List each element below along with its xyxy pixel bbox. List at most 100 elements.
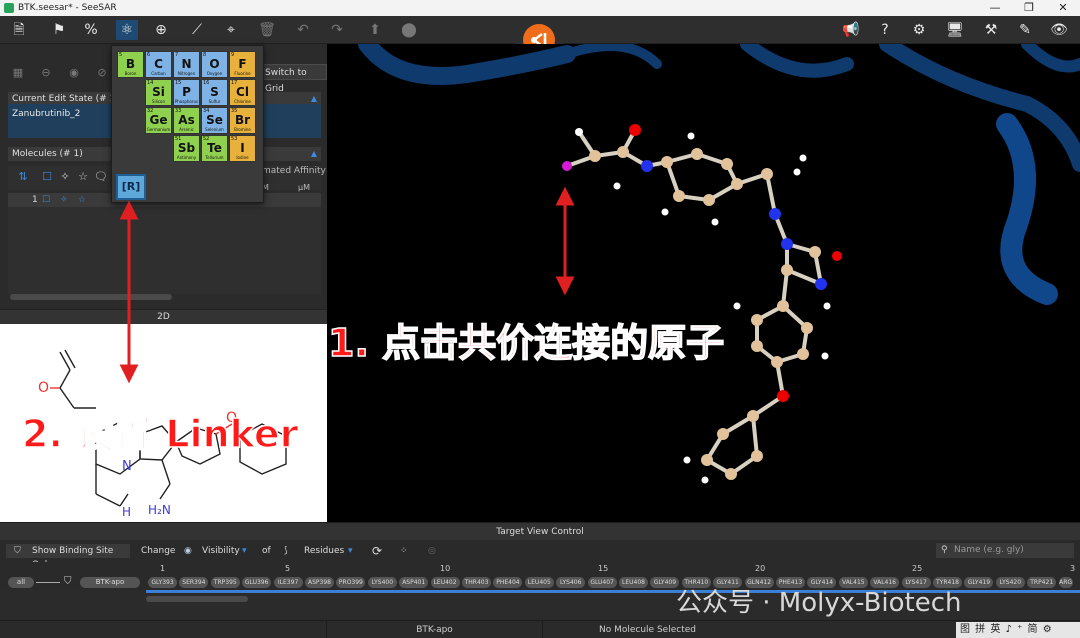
element-name: Iodine xyxy=(236,155,249,160)
comment-icon[interactable]: 🗨 xyxy=(94,170,108,184)
residue-pill[interactable]: LYS400 xyxy=(367,577,397,588)
switch-to-grid-button[interactable]: Switch to Grid xyxy=(260,64,327,94)
chevron-down-icon[interactable]: ▾ xyxy=(348,544,353,558)
pin-icon[interactable]: ✧ xyxy=(58,170,72,184)
element-o-button[interactable]: 8 O Oxygen xyxy=(201,51,228,78)
unit-um-label: μM xyxy=(298,183,310,192)
row-pin-icon[interactable]: ✧ xyxy=(60,193,68,207)
3d-viewport[interactable] xyxy=(327,35,1080,522)
status-selection: No Molecule Selected xyxy=(542,621,752,638)
ruler-tick: 20 xyxy=(755,564,766,573)
element-symbol: As xyxy=(178,113,195,127)
collapse-caret-icon[interactable]: ▲ xyxy=(311,147,317,161)
settings-icon[interactable]: ⚙ xyxy=(908,20,930,40)
visibility-dropdown[interactable]: Visibility xyxy=(202,544,240,558)
row-star-icon[interactable]: ☆ xyxy=(78,193,86,207)
view-icon[interactable]: ◉ xyxy=(66,65,82,81)
star-icon[interactable]: ☆ xyxy=(76,170,90,184)
element-si-button[interactable]: 14 Si Silicon xyxy=(145,79,172,106)
upload-icon[interactable]: ⬆ xyxy=(364,20,386,40)
element-se-button[interactable]: 34 Se Selenium xyxy=(201,107,228,134)
element-symbol: P xyxy=(182,85,191,99)
element-n-button[interactable]: 7 N Nitrogen xyxy=(173,51,200,78)
redo-icon[interactable]: ↷ xyxy=(326,20,348,40)
add-atom-icon[interactable]: ⊕ xyxy=(150,20,172,40)
element-b-button[interactable]: 5 B Boron xyxy=(117,51,144,78)
filter-icon[interactable]: ⊘ xyxy=(94,65,110,81)
eye-icon[interactable]: 👁 xyxy=(1048,20,1070,40)
help-icon[interactable]: ? xyxy=(874,20,896,40)
calculator-icon[interactable]: ▦ xyxy=(10,65,26,81)
pin-icon[interactable]: ⬤ xyxy=(398,20,420,40)
watermark: 公众号 · Molyx-Biotech xyxy=(676,588,962,618)
residue-pill[interactable]: LYS420 xyxy=(995,577,1025,588)
minimize-button[interactable]: — xyxy=(978,0,1012,16)
element-symbol: O xyxy=(209,57,220,71)
molecule-list-scrollbar[interactable] xyxy=(10,294,172,300)
residue-pill[interactable]: LEU408 xyxy=(619,577,648,588)
element-i-button[interactable]: 53 I Iodine xyxy=(229,135,256,162)
sort-icon[interactable]: ⇅ xyxy=(16,170,30,184)
residue-pill[interactable]: GLU396 xyxy=(242,577,272,588)
select-all-checkbox[interactable]: ☐ xyxy=(40,170,54,184)
monitor-icon[interactable]: 🖥 xyxy=(944,20,966,40)
element-cl-button[interactable]: 17 Cl Chlorine xyxy=(229,79,256,106)
all-chains-pill[interactable]: all xyxy=(8,577,34,588)
element-br-button[interactable]: 35 Br Bromine xyxy=(229,107,256,134)
residue-pill[interactable]: LYS406 xyxy=(556,577,586,588)
minus-circle-icon[interactable]: ⊖ xyxy=(38,65,54,81)
residue-pill[interactable]: PRO399 xyxy=(336,577,366,588)
residue-pill[interactable]: THR403 xyxy=(462,577,491,588)
residue-pill[interactable]: LEU402 xyxy=(430,577,460,588)
chevron-down-icon[interactable]: ▾ xyxy=(242,544,247,558)
close-button[interactable]: ✕ xyxy=(1046,0,1080,16)
element-ge-button[interactable]: 32 Ge Germanium xyxy=(145,107,172,134)
residues-dropdown[interactable]: Residues xyxy=(304,544,344,558)
element-c-button[interactable]: 6 C Carbon xyxy=(145,51,172,78)
tools-icon[interactable]: ⚒ xyxy=(980,20,1002,40)
residue-pill[interactable]: TRP395 xyxy=(210,577,240,588)
element-as-button[interactable]: 33 As Arsenic xyxy=(173,107,200,134)
document-icon[interactable]: 🗎 xyxy=(8,20,30,40)
camera-icon[interactable]: ◎ xyxy=(428,544,436,558)
residue-pill[interactable]: SER394 xyxy=(179,577,209,588)
percent-tool-icon[interactable]: % xyxy=(80,20,102,40)
element-sb-button[interactable]: 51 Sb Antimony xyxy=(173,135,200,162)
residue-pill[interactable]: ILE397 xyxy=(273,577,303,588)
show-binding-site-toggle[interactable]: ⛉ Show Binding Site Only xyxy=(6,544,130,570)
undo-icon[interactable]: ↶ xyxy=(292,20,314,40)
element-te-button[interactable]: 52 Te Tellurium xyxy=(201,135,228,162)
periodic-table-popup: 5 B Boron 6 C Carbon 7 N Nitrogen 8 O Oxygen 9 F Fluor… xyxy=(111,45,264,203)
residue-pill[interactable]: GLY419 xyxy=(964,577,994,588)
ruler-tick: 25 xyxy=(912,564,923,573)
residue-pill[interactable]: LEU405 xyxy=(524,577,554,588)
residue-search-input[interactable]: ⚲ Name (e.g. gly) xyxy=(936,543,1074,558)
residue-pill[interactable]: GLU407 xyxy=(587,577,617,588)
residue-pill[interactable]: ARG xyxy=(1058,577,1073,588)
ruler-tool-icon[interactable]: ✎ xyxy=(1014,20,1036,40)
reset-icon[interactable]: ⟳ xyxy=(372,544,382,558)
residue-pill[interactable]: TRP421 xyxy=(1027,577,1057,588)
bond-tool-icon[interactable]: ⟋ xyxy=(186,20,208,40)
sequence-scrollbar[interactable] xyxy=(146,596,248,602)
chain-pill[interactable]: BTK-apo xyxy=(80,577,140,588)
residue-pill[interactable]: ASP401 xyxy=(399,577,429,588)
element-p-button[interactable]: 15 P Phosphorus xyxy=(173,79,200,106)
megaphone-icon[interactable]: 📢 xyxy=(840,20,862,40)
flag-icon[interactable]: ⚑ xyxy=(48,20,70,40)
torsion-icon[interactable]: ⌖ xyxy=(220,20,242,40)
residue-pill[interactable]: PHE404 xyxy=(493,577,523,588)
r-group-button[interactable]: [R] xyxy=(116,174,146,200)
atom-icon[interactable]: ⚛ xyxy=(116,20,138,40)
element-s-button[interactable]: 16 S Sulfur xyxy=(201,79,228,106)
residue-pill[interactable]: GLY393 xyxy=(148,577,177,588)
trash-icon[interactable]: 🗑 xyxy=(256,20,278,40)
element-f-button[interactable]: 9 F Fluorine xyxy=(229,51,256,78)
element-name: Germanium xyxy=(146,127,171,132)
row-checkbox[interactable]: ☐ xyxy=(42,193,50,207)
maximize-button[interactable]: ❐ xyxy=(1012,0,1046,16)
chain-connector xyxy=(36,582,60,583)
dots-icon[interactable]: ⁘ xyxy=(400,544,408,558)
element-symbol: N xyxy=(181,57,192,71)
residue-pill[interactable]: ASP398 xyxy=(305,577,334,588)
